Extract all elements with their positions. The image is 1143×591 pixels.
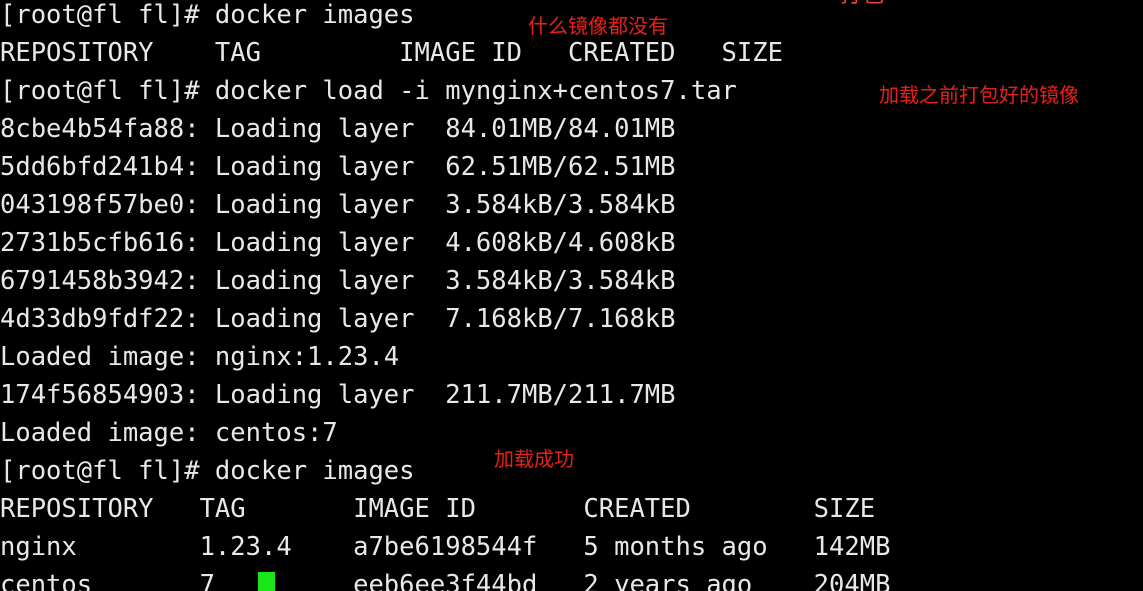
annot-clipped-top: 打包 [840, 0, 884, 8]
terminal-line-header-images-table: REPOSITORY TAG IMAGE ID CREATED SIZE [0, 494, 876, 524]
terminal-line-layer-2731b5cfb616: 2731b5cfb616: Loading layer 4.608kB/4.60… [0, 228, 676, 258]
terminal-line-layer-8cbe4b54fa88: 8cbe4b54fa88: Loading layer 84.01MB/84.0… [0, 114, 676, 144]
terminal-line-loaded-image-centos: Loaded image: centos:7 [0, 418, 338, 448]
terminal-line-cmd-docker-load: [root@fl fl]# docker load -i mynginx+cen… [0, 76, 737, 106]
terminal-line-cmd-docker-images-1: [root@fl fl]# docker images [0, 0, 415, 30]
terminal-cursor [258, 572, 275, 591]
annot-no-images: 什么镜像都没有 [528, 14, 668, 38]
terminal-window[interactable]: [root@fl fl]# docker images REPOSITORY TA… [0, 0, 1143, 591]
terminal-line-header-empty-table: REPOSITORY TAG IMAGE ID CREATED SIZE [0, 38, 783, 68]
terminal-line-row-nginx: nginx 1.23.4 a7be6198544f 5 months ago 1… [0, 532, 891, 562]
terminal-line-layer-5dd6bfd241b4: 5dd6bfd241b4: Loading layer 62.51MB/62.5… [0, 152, 676, 182]
terminal-line-layer-043198f57be0: 043198f57be0: Loading layer 3.584kB/3.58… [0, 190, 676, 220]
terminal-line-cmd-docker-images-2: [root@fl fl]# docker images [0, 456, 415, 486]
terminal-line-layer-4d33db9fdf22: 4d33db9fdf22: Loading layer 7.168kB/7.16… [0, 304, 676, 334]
terminal-line-layer-6791458b3942: 6791458b3942: Loading layer 3.584kB/3.58… [0, 266, 676, 296]
terminal-line-loaded-image-nginx: Loaded image: nginx:1.23.4 [0, 342, 400, 372]
terminal-line-row-centos: centos 7 eeb6ee3f44bd 2 years ago 204MB [0, 570, 891, 591]
annot-success: 加载成功 [494, 447, 574, 471]
annot-prebuilt: 加载之前打包好的镜像 [879, 83, 1079, 107]
terminal-line-layer-174f56854903: 174f56854903: Loading layer 211.7MB/211.… [0, 380, 676, 410]
